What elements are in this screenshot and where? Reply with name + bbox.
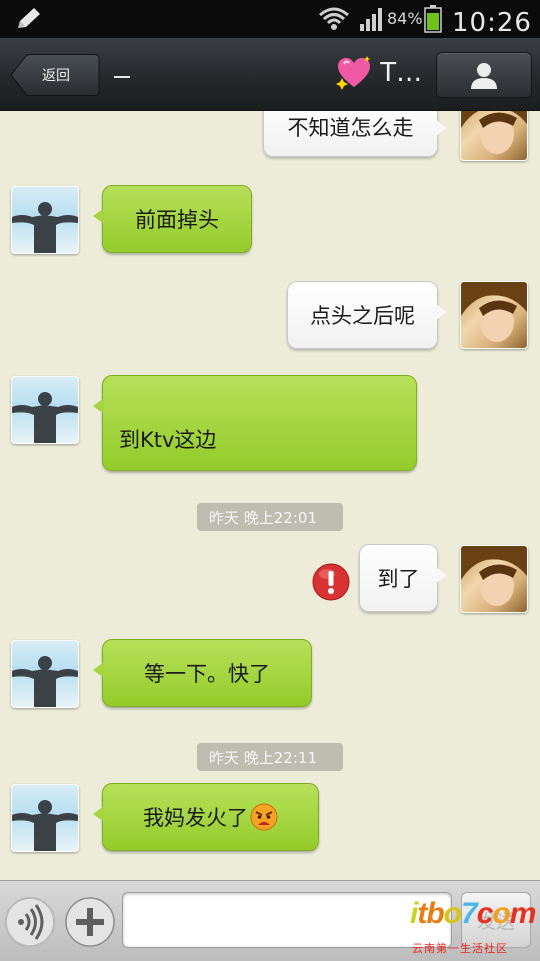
message-text: 前面掉头 [135, 208, 219, 232]
send-button[interactable]: 发送 [461, 892, 531, 948]
sparkling-heart-icon [336, 56, 370, 90]
person-icon [471, 63, 497, 89]
contact-photo [12, 392, 78, 443]
message-bubble-incoming[interactable]: 我妈发火了 [93, 783, 319, 851]
contact-photo [12, 202, 78, 253]
message-input[interactable] [122, 892, 452, 948]
avatar-self[interactable] [460, 545, 528, 613]
contact-photo [12, 800, 78, 851]
message-bubble-outgoing[interactable]: 不知道怎么走 [263, 111, 447, 157]
contact-photo [12, 656, 78, 707]
nav-bar: 返回 T… [0, 38, 540, 111]
avatar-contact[interactable] [11, 376, 79, 444]
self-photo [461, 111, 527, 154]
clock: 10:26 [452, 8, 532, 38]
message-text: 不知道怎么走 [287, 116, 414, 140]
message-text: 点头之后呢 [310, 304, 415, 328]
back-button-label: 返回 [42, 68, 70, 84]
nav-subtitle-dash [114, 76, 130, 78]
contact-info-button[interactable] [436, 52, 532, 98]
message-bubble-incoming[interactable]: 等一下。快了 [93, 639, 312, 707]
angry-face-icon [250, 803, 278, 831]
message-bubble-incoming[interactable]: 到Ktv这边 [93, 375, 417, 471]
avatar-contact[interactable] [11, 784, 79, 852]
chat-title: T… [336, 56, 422, 96]
message-text: 我妈发火了 [143, 806, 248, 830]
wifi-icon [319, 7, 349, 30]
message-bubble-incoming[interactable]: 前面掉头 [93, 185, 252, 253]
message-text: 到Ktv这边 [119, 428, 217, 452]
back-button[interactable]: 返回 [10, 54, 100, 96]
avatar-self[interactable] [460, 111, 528, 161]
message-timestamp: 昨天 晚上22:01 [197, 503, 343, 531]
signal-icon [360, 8, 382, 31]
send-button-label: 发送 [476, 910, 515, 933]
avatar-contact[interactable] [11, 640, 79, 708]
pencil-icon [18, 8, 40, 28]
status-bar: 84% 10:26 [0, 0, 540, 38]
message-text: 等一下。快了 [144, 662, 270, 686]
message-bubble-outgoing[interactable]: 点头之后呢 [287, 281, 447, 349]
message-bubble-outgoing[interactable]: 到了 [359, 544, 447, 612]
avatar-contact[interactable] [11, 186, 79, 254]
plus-icon[interactable] [64, 896, 116, 948]
voice-icon[interactable] [4, 896, 56, 948]
self-photo [461, 546, 527, 606]
error-exclamation-icon[interactable] [312, 563, 350, 601]
battery-icon [424, 5, 442, 33]
chat-title-text: T… [380, 58, 423, 88]
message-timestamp: 昨天 晚上22:11 [197, 743, 343, 771]
battery-percentage: 84% [387, 9, 423, 28]
timestamp-text: 昨天 晚上22:01 [209, 508, 317, 527]
message-text: 到了 [377, 567, 420, 591]
self-photo [461, 282, 527, 342]
avatar-self[interactable] [460, 281, 528, 349]
input-bar: 发送 [0, 880, 540, 961]
chat-area[interactable]: 不知道怎么走 前面掉头 点头之后呢 到Ktv这边 昨天 晚上22:01 到了 等… [0, 111, 540, 879]
timestamp-text: 昨天 晚上22:11 [209, 748, 317, 767]
